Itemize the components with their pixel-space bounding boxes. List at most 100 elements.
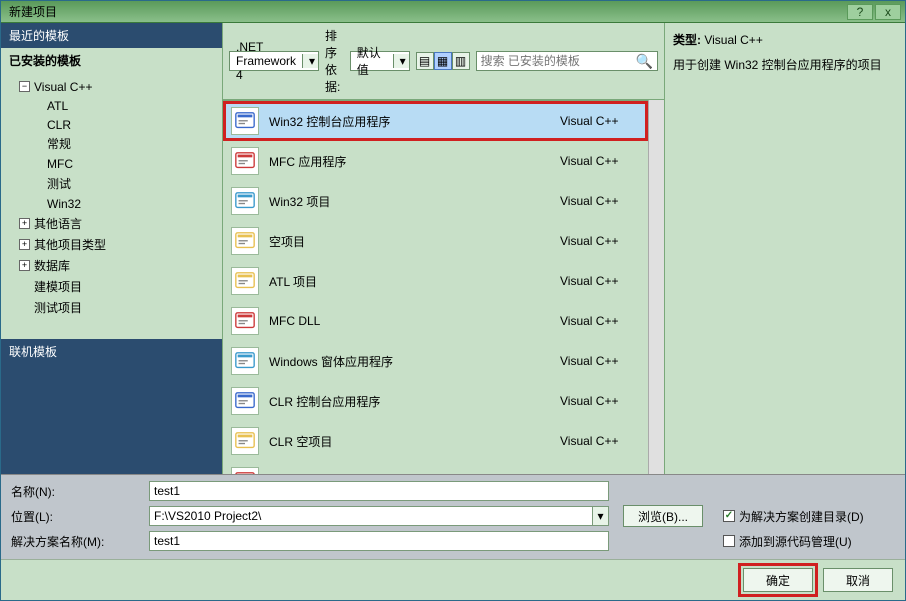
recent-templates-header[interactable]: 最近的模板 [1,23,222,48]
close-button[interactable]: x [875,4,901,20]
template-name: Win32 项目 [269,193,550,210]
location-input[interactable]: F:\VS2010 Project2\ ▾ [149,506,609,526]
template-language: Visual C++ [560,434,640,448]
console-icon [231,387,259,415]
template-name: CLR 空项目 [269,433,550,450]
view-small-icons-button[interactable]: ▤ [416,52,434,70]
scrollbar[interactable] [648,100,664,474]
tree-item[interactable]: 测试 [3,173,220,194]
template-row[interactable]: MFC DLL Visual C++ [223,301,648,341]
template-language: Visual C++ [560,394,640,408]
tree-item[interactable]: 测试项目 [3,297,220,318]
template-language: Visual C++ [560,114,640,128]
create-solution-dir-checkbox[interactable] [723,510,735,522]
solution-name-input[interactable]: test1 [149,531,609,551]
view-medium-icons-button[interactable]: ▦ [434,52,452,70]
toolbar: .NET Framework 4 ▾ 排序依据: 默认值 ▾ ▤ ▦ ▥ [223,23,664,100]
collapse-icon[interactable]: − [19,81,30,92]
solution-name-label: 解决方案名称(M): [11,533,141,550]
tree-item[interactable]: +其他语言 [3,213,220,234]
template-tree: −Visual C++ ATL CLR常规 MFC 测试 Win32 +其他语言+其他项目类… [3,77,220,318]
name-label: 名称(N): [11,483,141,500]
sort-label: 排序依据: [325,27,344,95]
tree-item-label: 建模项目 [34,280,82,294]
template-row[interactable]: MFC ActiveX 控件Visual C++ [223,461,648,474]
empty-icon [231,227,259,255]
atl-icon [231,267,259,295]
template-name: CLR 控制台应用程序 [269,393,550,410]
search-input[interactable] [481,54,636,68]
tree-item-label: ATL [47,99,68,113]
template-language: Visual C++ [560,314,640,328]
tree-item[interactable]: +其他项目类型 [3,234,220,255]
mfc-icon [231,147,259,175]
chevron-down-icon: ▾ [592,507,608,525]
template-row[interactable]: MFC 应用程序 Visual C++ [223,141,648,181]
template-row[interactable]: ATL 项目 Visual C++ [223,261,648,301]
search-icon: 🔍 [636,53,653,70]
template-language: Visual C++ [560,274,640,288]
template-list: Win32 控制台应用程序 Visual C++ MFC 应用程序 Visual C+… [223,100,648,474]
type-label: 类型: [673,33,701,47]
sort-dropdown[interactable]: 默认值 ▾ [350,51,410,71]
template-row[interactable]: Win32 控制台应用程序 Visual C++ [223,101,648,141]
name-input[interactable]: test1 [149,481,609,501]
tree-item-label: 数据库 [34,259,70,273]
center-panel: .NET Framework 4 ▾ 排序依据: 默认值 ▾ ▤ ▦ ▥ [223,23,665,474]
template-name: MFC DLL [269,314,550,328]
template-name: Win32 控制台应用程序 [269,113,550,130]
type-value: Visual C++ [704,33,762,47]
add-source-control-label: 添加到源代码管理(U) [739,533,852,550]
tree-item[interactable]: ATL [3,96,220,115]
location-label: 位置(L): [11,508,141,525]
chevron-down-icon: ▾ [393,54,409,68]
tree-item[interactable]: CLR [3,115,220,134]
template-row[interactable]: Windows 窗体应用程序Visual C++ [223,341,648,381]
new-project-dialog: 新建项目 ? x 最近的模板 已安装的模板 −Visual C++ATLCLR常… [0,0,906,601]
template-language: Visual C++ [560,194,640,208]
installed-templates-header[interactable]: 已安装的模板 [1,48,222,73]
template-name: MFC 应用程序 [269,153,550,170]
template-language: Visual C++ [560,234,640,248]
template-row[interactable]: CLR 空项目 Visual C++ [223,421,648,461]
online-templates-header[interactable]: 联机模板 [1,339,222,364]
template-description: 用于创建 Win32 控制台应用程序的项目 [673,56,897,73]
add-source-control-checkbox[interactable] [723,535,735,547]
create-solution-dir-label: 为解决方案创建目录(D) [739,508,864,525]
framework-dropdown[interactable]: .NET Framework 4 ▾ [229,51,319,71]
template-row[interactable]: CLR 控制台应用程序 Visual C++ [223,381,648,421]
titlebar: 新建项目 ? x [1,1,905,23]
expand-icon[interactable]: + [19,218,30,229]
tree-item[interactable]: + 数据库 [3,255,220,276]
form-panel: 名称(N): test1 位置(L): F:\VS2010 Project2\ … [1,474,905,559]
tree-item-label: 测试 [47,177,71,191]
template-name: ATL 项目 [269,273,550,290]
view-toggle: ▤ ▦ ▥ [416,52,470,70]
browse-button[interactable]: 浏览(B)... [623,505,703,527]
cancel-button[interactable]: 取消 [823,568,893,592]
tree-item[interactable]: 常规 [3,133,220,154]
template-row[interactable]: Win32 项目 Visual C++ [223,181,648,221]
tree-item[interactable]: Win32 [3,194,220,213]
search-box[interactable]: 🔍 [476,51,658,71]
tree-item[interactable]: MFC [3,154,220,173]
help-button[interactable]: ? [847,4,873,20]
ok-button[interactable]: 确定 [743,568,813,592]
tree-item[interactable]: −Visual C++ [3,77,220,96]
tree-item-label: MFC [47,157,73,171]
template-language: Visual C++ [560,354,640,368]
form-icon [231,347,259,375]
expand-icon[interactable]: + [19,239,30,250]
view-large-icons-button[interactable]: ▥ [452,52,470,70]
tree-item-label: Win32 [47,197,81,211]
tree-item[interactable]: 建模项目 [3,276,220,297]
tree-item-label: 测试项目 [34,301,82,315]
window-title: 新建项目 [5,3,57,20]
template-row[interactable]: 空项目Visual C++ [223,221,648,261]
expand-icon[interactable]: + [19,260,30,271]
template-language: Visual C++ [560,154,640,168]
mfcdll-icon [231,307,259,335]
console-icon [231,107,259,135]
chevron-down-icon: ▾ [302,54,318,68]
win-icon [231,187,259,215]
